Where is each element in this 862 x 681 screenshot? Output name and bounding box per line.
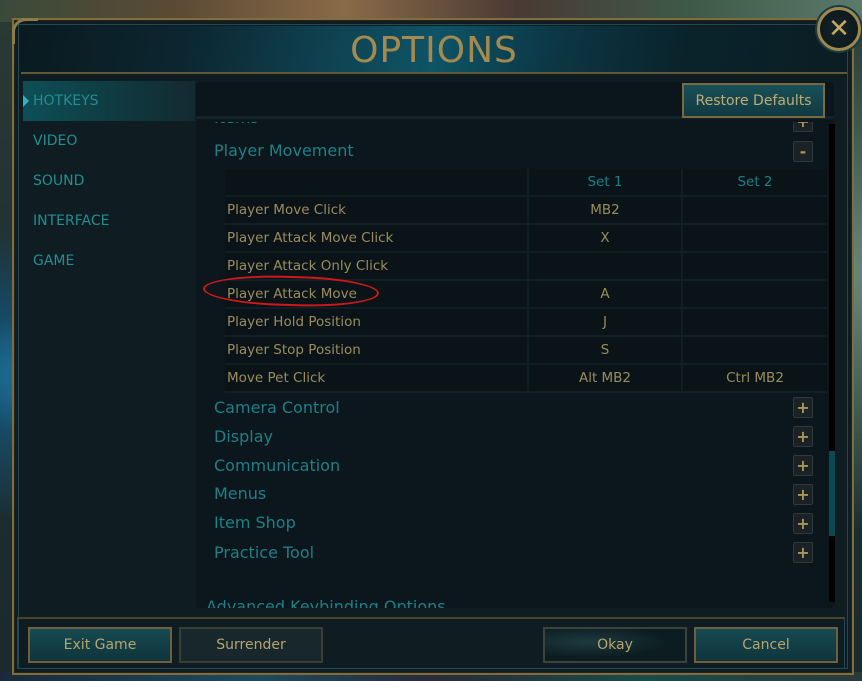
plus-icon: +	[796, 456, 810, 475]
page-title: OPTIONS	[350, 30, 518, 71]
okay-button[interactable]: Okay	[543, 627, 687, 663]
keybind-set2[interactable]	[683, 309, 827, 337]
expand-item-shop-button[interactable]: +	[793, 513, 813, 534]
collapse-player-movement-button[interactable]: -	[793, 141, 813, 162]
sidebar-item-interface[interactable]: INTERFACE	[23, 201, 195, 241]
sidebar-item-sound[interactable]: SOUND	[23, 161, 195, 201]
plus-icon: +	[796, 122, 809, 131]
close-icon: ✕	[828, 14, 850, 44]
restore-defaults-button[interactable]: Restore Defaults	[682, 83, 825, 118]
keybind-set1[interactable]: Alt MB2	[529, 365, 683, 393]
section-header-communication[interactable]: Communication	[214, 456, 340, 475]
plus-icon: +	[796, 427, 810, 446]
minus-icon: -	[799, 142, 807, 161]
scrollbar-thumb[interactable]	[829, 451, 835, 536]
expand-menus-button[interactable]: +	[793, 484, 813, 505]
table-row: Player Move Click MB2	[225, 197, 827, 225]
table-row: Move Pet Click Alt MB2 Ctrl MB2	[225, 365, 827, 393]
scrollbar-track[interactable]	[829, 124, 835, 602]
section-header-menus[interactable]: Menus	[214, 484, 266, 503]
keybind-set2[interactable]	[683, 197, 827, 225]
action-label: Player Hold Position	[225, 309, 529, 337]
keybind-set1[interactable]	[529, 253, 683, 281]
plus-icon: +	[796, 514, 810, 533]
section-header-practice-tool[interactable]: Practice Tool	[214, 543, 314, 562]
dialog-header: OPTIONS	[21, 26, 847, 74]
close-button[interactable]: ✕	[817, 7, 861, 51]
expand-camera-control-button[interactable]: +	[793, 397, 813, 418]
section-header-display[interactable]: Display	[214, 427, 273, 446]
keybind-set1[interactable]: S	[529, 337, 683, 365]
column-header-action	[225, 169, 529, 197]
keybind-set2[interactable]	[683, 225, 827, 253]
sidebar-item-label: VIDEO	[33, 133, 78, 149]
table-row: Player Attack Only Click	[225, 253, 827, 281]
keybind-set2[interactable]	[683, 281, 827, 309]
section-header-player-movement[interactable]: Player Movement	[214, 141, 354, 160]
expand-communication-button[interactable]: +	[793, 455, 813, 476]
surrender-button[interactable]: Surrender	[179, 627, 323, 663]
table-row: Player Hold Position J	[225, 309, 827, 337]
active-arrow-icon	[23, 95, 29, 107]
keybind-set2[interactable]: Ctrl MB2	[683, 365, 827, 393]
sidebar-item-video[interactable]: VIDEO	[23, 121, 195, 161]
section-header-item-shop[interactable]: Item Shop	[214, 513, 296, 532]
keybind-set1[interactable]: J	[529, 309, 683, 337]
hotkeys-scroll-area[interactable]: Items + Player Movement - Set 1 Set 2 Pl…	[196, 122, 828, 608]
keybind-set1[interactable]: A	[529, 281, 683, 309]
column-header-set2: Set 2	[683, 169, 827, 197]
section-header-camera-control[interactable]: Camera Control	[214, 398, 340, 417]
exit-game-button[interactable]: Exit Game	[28, 627, 172, 663]
keybind-set2[interactable]	[683, 253, 827, 281]
table-row: Player Attack Move A	[225, 281, 827, 309]
sidebar-item-label: GAME	[33, 253, 75, 269]
sidebar-item-hotkeys[interactable]: HOTKEYS	[23, 81, 195, 121]
action-label: Move Pet Click	[225, 365, 529, 393]
keybind-set1[interactable]: MB2	[529, 197, 683, 225]
sidebar-item-game[interactable]: GAME	[23, 241, 195, 281]
expand-items-button[interactable]: +	[793, 122, 813, 132]
section-header-advanced-keybinding[interactable]: Advanced Keybinding Options	[206, 597, 446, 608]
keybind-set1[interactable]: X	[529, 225, 683, 253]
sidebar-item-label: HOTKEYS	[33, 93, 99, 109]
section-header-items[interactable]: Items	[214, 122, 259, 127]
cancel-button[interactable]: Cancel	[694, 627, 838, 663]
plus-icon: +	[796, 398, 810, 417]
expand-practice-tool-button[interactable]: +	[793, 542, 813, 563]
keybind-set2[interactable]	[683, 337, 827, 365]
sidebar: HOTKEYS VIDEO SOUND INTERFACE GAME	[23, 81, 195, 601]
action-label: Player Stop Position	[225, 337, 529, 365]
plus-icon: +	[796, 543, 810, 562]
action-label: Player Attack Move Click	[225, 225, 529, 253]
hotkeys-panel: Restore Defaults Items + Player Movement…	[196, 82, 834, 608]
plus-icon: +	[796, 485, 810, 504]
table-header-row: Set 1 Set 2	[225, 169, 827, 197]
action-label: Player Attack Move	[225, 281, 529, 309]
sidebar-item-label: INTERFACE	[33, 213, 110, 229]
hotkeys-table: Set 1 Set 2 Player Move Click MB2 Player…	[225, 169, 827, 393]
column-header-set1: Set 1	[529, 169, 683, 197]
panel-toolbar: Restore Defaults	[196, 82, 834, 119]
table-row: Player Stop Position S	[225, 337, 827, 365]
action-label: Player Attack Only Click	[225, 253, 529, 281]
action-label: Player Move Click	[225, 197, 529, 225]
table-row: Player Attack Move Click X	[225, 225, 827, 253]
expand-display-button[interactable]: +	[793, 426, 813, 447]
sidebar-item-label: SOUND	[33, 173, 85, 189]
